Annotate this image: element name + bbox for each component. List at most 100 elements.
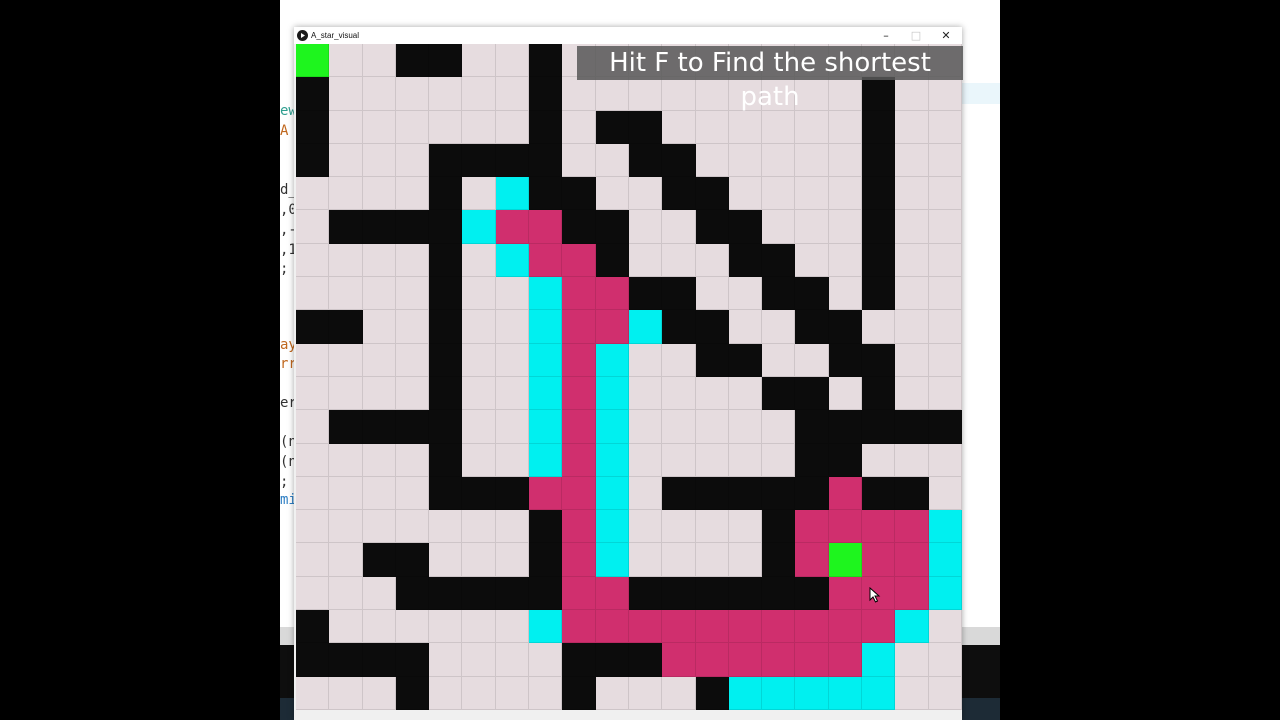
maze-cell-wall[interactable] (395, 543, 430, 577)
maze-cell-open[interactable] (296, 376, 330, 411)
maze-cell-visited[interactable] (562, 376, 596, 411)
maze-cell-open[interactable] (628, 343, 663, 377)
maze-cell-wall[interactable] (395, 44, 430, 78)
maze-cell-open[interactable] (495, 510, 530, 544)
maze-cell-open[interactable] (329, 576, 363, 611)
maze-cell-open[interactable] (795, 77, 829, 111)
maze-cell-open[interactable] (895, 143, 929, 178)
maze-cell-open[interactable] (895, 676, 929, 710)
maze-cell-wall[interactable] (762, 476, 796, 511)
maze-cell-wall[interactable] (928, 410, 962, 444)
maze-cell-visited[interactable] (562, 343, 596, 377)
maze-cell-open[interactable] (695, 410, 729, 444)
maze-cell-open[interactable] (495, 376, 530, 411)
maze-cell-open[interactable] (395, 343, 430, 377)
maze-cell-open[interactable] (395, 476, 430, 511)
maze-cell-open[interactable] (795, 143, 829, 178)
maze-cell-wall[interactable] (296, 77, 330, 111)
maze-cell-open[interactable] (695, 443, 729, 477)
maze-cell-wall[interactable] (762, 376, 796, 411)
maze-cell-open[interactable] (362, 576, 396, 611)
maze-cell-wall[interactable] (595, 243, 629, 278)
maze-cell-open[interactable] (662, 676, 696, 710)
maze-cell-visited[interactable] (895, 543, 929, 577)
maze-cell-open[interactable] (296, 277, 330, 311)
maze-cell-wall[interactable] (429, 210, 463, 244)
maze-cell-visited[interactable] (662, 610, 696, 644)
maze-cell-open[interactable] (362, 110, 396, 144)
maze-cell-open[interactable] (395, 610, 430, 644)
maze-cell-visited[interactable] (562, 476, 596, 511)
maze-cell-open[interactable] (429, 110, 463, 144)
maze-cell-wall[interactable] (762, 510, 796, 544)
maze-cell-open[interactable] (462, 676, 496, 710)
maze-cell-open[interactable] (728, 277, 763, 311)
maze-cell-open[interactable] (895, 77, 929, 111)
maze-cell-wall[interactable] (362, 410, 396, 444)
maze-cell-frontier[interactable] (928, 576, 962, 611)
maze-cell-visited[interactable] (862, 543, 896, 577)
maze-cell-open[interactable] (662, 410, 696, 444)
maze-cell-open[interactable] (728, 110, 763, 144)
maze-cell-visited[interactable] (562, 610, 596, 644)
maze-cell-open[interactable] (795, 110, 829, 144)
maze-cell-wall[interactable] (695, 476, 729, 511)
maze-cell-wall[interactable] (429, 576, 463, 611)
maze-cell-open[interactable] (728, 443, 763, 477)
maze-cell-wall[interactable] (828, 410, 863, 444)
maze-cell-wall[interactable] (429, 376, 463, 411)
maze-cell-wall[interactable] (795, 576, 829, 611)
maze-cell-open[interactable] (862, 443, 896, 477)
maze-cell-wall[interactable] (429, 443, 463, 477)
maze-cell-open[interactable] (662, 110, 696, 144)
maze-cell-open[interactable] (395, 77, 430, 111)
maze-cell-open[interactable] (895, 177, 929, 211)
maze-cell-open[interactable] (662, 77, 696, 111)
maze-cell-open[interactable] (895, 210, 929, 244)
maze-cell-open[interactable] (695, 543, 729, 577)
maze-cell-open[interactable] (895, 643, 929, 677)
maze-cell-open[interactable] (395, 277, 430, 311)
maze-cell-open[interactable] (928, 143, 962, 178)
maze-cell-open[interactable] (628, 676, 663, 710)
maze-cell-open[interactable] (895, 376, 929, 411)
maze-cell-frontier[interactable] (728, 676, 763, 710)
maze-cell-wall[interactable] (662, 277, 696, 311)
maze-cell-open[interactable] (728, 310, 763, 344)
maze-cell-wall[interactable] (895, 476, 929, 511)
maze-cell-open[interactable] (395, 143, 430, 178)
maze-cell-open[interactable] (495, 610, 530, 644)
maze-cell-open[interactable] (562, 143, 596, 178)
maze-cell-wall[interactable] (529, 44, 563, 78)
maze-cell-wall[interactable] (429, 277, 463, 311)
maze-cell-open[interactable] (628, 77, 663, 111)
maze-cell-open[interactable] (662, 543, 696, 577)
maze-cell-open[interactable] (562, 77, 596, 111)
maze-cell-open[interactable] (495, 44, 530, 78)
maze-cell-visited[interactable] (828, 643, 863, 677)
maze-cell-wall[interactable] (628, 643, 663, 677)
maze-cell-open[interactable] (296, 510, 330, 544)
maze-cell-open[interactable] (329, 476, 363, 511)
maze-cell-open[interactable] (296, 343, 330, 377)
maze-cell-frontier[interactable] (795, 676, 829, 710)
maze-cell-open[interactable] (562, 110, 596, 144)
maze-cell-frontier[interactable] (595, 443, 629, 477)
maze-cell-open[interactable] (529, 676, 563, 710)
maze-cell-open[interactable] (928, 610, 962, 644)
maze-cell-wall[interactable] (795, 410, 829, 444)
maze-cell-frontier[interactable] (529, 343, 563, 377)
maze-cell-open[interactable] (662, 210, 696, 244)
maze-cell-wall[interactable] (662, 476, 696, 511)
maze-cell-open[interactable] (795, 210, 829, 244)
maze-cell-wall[interactable] (495, 476, 530, 511)
maze-cell-wall[interactable] (862, 77, 896, 111)
maze-cell-open[interactable] (329, 44, 363, 78)
maze-cell-visited[interactable] (595, 277, 629, 311)
maze-cell-open[interactable] (928, 110, 962, 144)
maze-cell-open[interactable] (296, 476, 330, 511)
maze-cell-open[interactable] (695, 143, 729, 178)
maze-cell-visited[interactable] (529, 476, 563, 511)
maze-cell-open[interactable] (695, 77, 729, 111)
maze-cell-visited[interactable] (795, 643, 829, 677)
